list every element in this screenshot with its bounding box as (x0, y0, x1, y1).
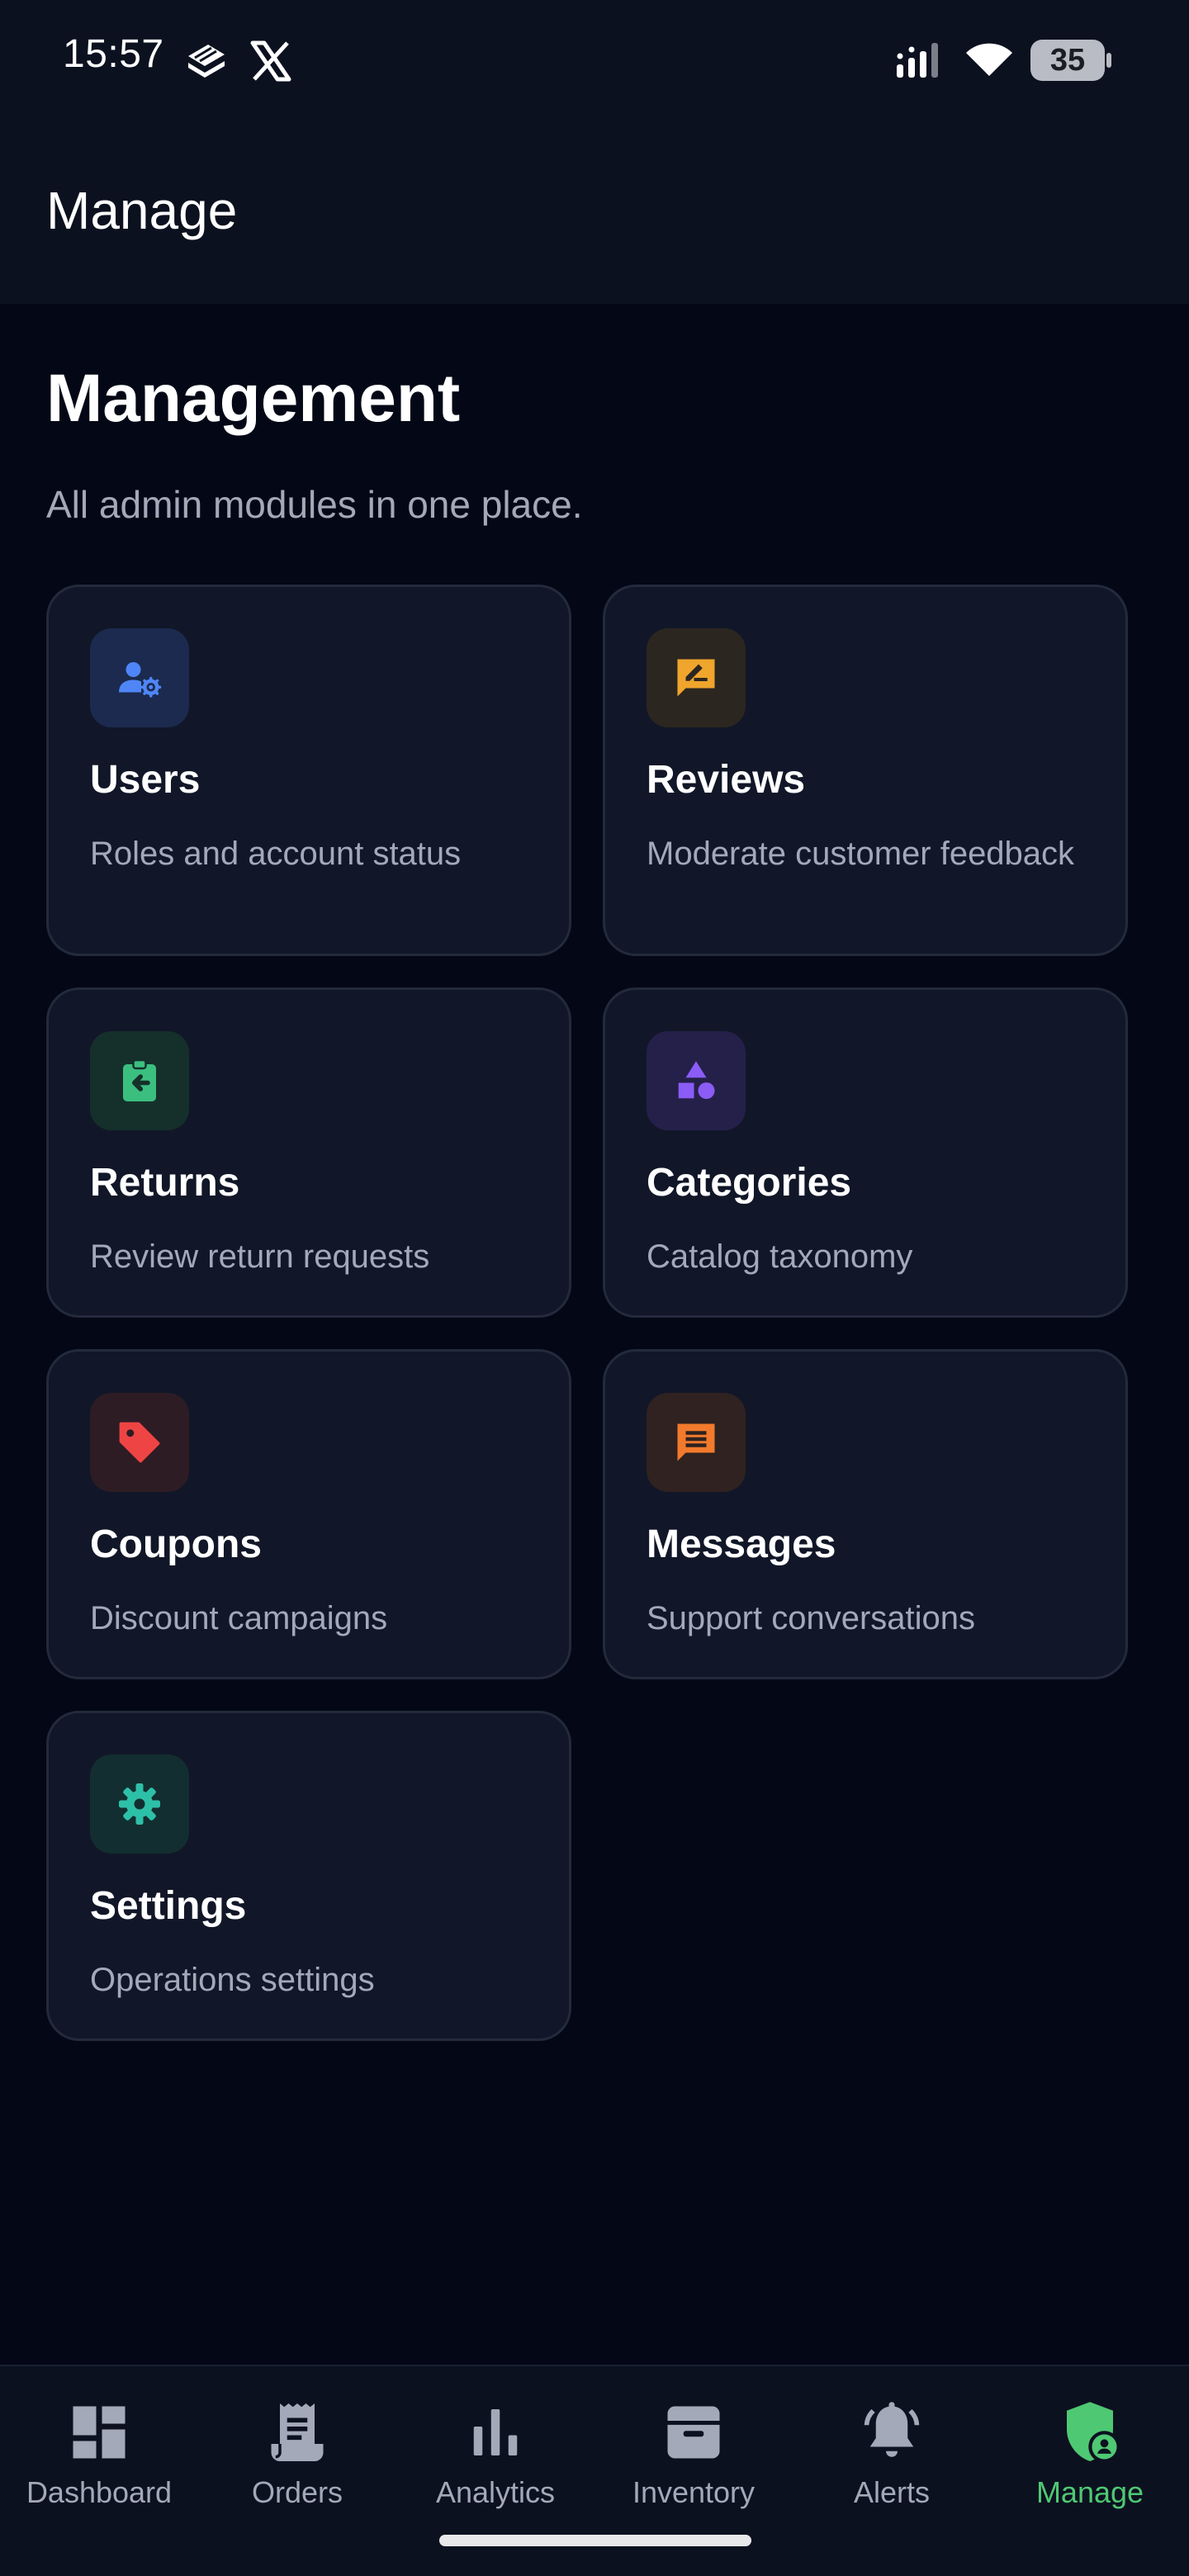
nav-item-orders[interactable]: Orders (198, 2366, 396, 2540)
reviews-icon-tile (647, 628, 746, 727)
status-bar: 15:57 35 (0, 0, 1189, 116)
card-description: Operations settings (90, 1962, 375, 1998)
nav-label: Orders (251, 2475, 343, 2509)
wifi-icon (966, 43, 1012, 76)
gear-icon (119, 1783, 160, 1825)
app-bar-title: Manage (46, 181, 238, 240)
status-time: 15:57 (63, 32, 164, 76)
nav-label: Inventory (632, 2475, 756, 2509)
module-card-returns[interactable]: Returns Review return requests (46, 987, 571, 1318)
top-app-area: 15:57 35 Manage (0, 0, 1189, 304)
nav-label: Analytics (435, 2475, 556, 2509)
nav-item-inventory[interactable]: Inventory (594, 2366, 793, 2540)
card-description: Support conversations (647, 1600, 976, 1636)
module-card-coupons[interactable]: Coupons Discount campaigns (46, 1349, 571, 1679)
page-subtitle: All admin modules in one place. (46, 483, 583, 526)
x-app-icon (250, 40, 291, 82)
card-title: Settings (90, 1884, 247, 1928)
coupons-icon-tile (90, 1393, 189, 1492)
battery-icon: 35 (1030, 40, 1113, 81)
users-icon-tile (90, 628, 189, 727)
card-title: Users (90, 758, 201, 802)
categories-icon-tile (647, 1031, 746, 1130)
battery-level: 35 (1049, 43, 1086, 78)
nav-item-analytics[interactable]: Analytics (396, 2366, 594, 2540)
card-title: Reviews (647, 758, 806, 802)
module-card-categories[interactable]: Categories Catalog taxonomy (603, 987, 1128, 1318)
nav-item-manage[interactable]: Manage (991, 2366, 1189, 2540)
card-title: Returns (90, 1161, 240, 1205)
nav-label: Alerts (853, 2475, 931, 2509)
card-description: Discount campaigns (90, 1600, 388, 1636)
card-title: Categories (647, 1161, 852, 1205)
returns-icon-tile (90, 1031, 189, 1130)
receipt-icon (271, 2403, 324, 2461)
card-description: Roles and account status (90, 836, 462, 872)
home-indicator[interactable] (439, 2535, 751, 2546)
module-card-users[interactable]: Users Roles and account status (46, 585, 571, 956)
module-card-messages[interactable]: Messages Support conversations (603, 1349, 1128, 1679)
rate-review-icon (677, 659, 715, 697)
stack-app-icon (188, 45, 225, 78)
archive-box-icon (667, 2406, 720, 2459)
page-title: Management (46, 361, 461, 436)
card-title: Messages (647, 1522, 836, 1566)
bell-icon (864, 2402, 920, 2457)
messages-icon-tile (647, 1393, 746, 1492)
dashboard-icon (73, 2406, 126, 2459)
nav-label: Manage (1035, 2475, 1144, 2509)
chat-icon (677, 1423, 715, 1461)
assignment-return-icon (123, 1058, 156, 1101)
nav-label: Dashboard (26, 2475, 173, 2509)
signal-icon (897, 43, 938, 78)
bar-chart-icon (473, 2409, 518, 2455)
nav-item-alerts[interactable]: Alerts (793, 2366, 991, 2540)
tag-icon (119, 1422, 160, 1463)
admin-shield-icon (1067, 2402, 1120, 2463)
nav-item-dashboard[interactable]: Dashboard (0, 2366, 198, 2540)
category-icon (678, 1061, 715, 1099)
manage-accounts-icon (119, 662, 162, 698)
card-description: Moderate customer feedback (647, 836, 1075, 872)
module-card-reviews[interactable]: Reviews Moderate customer feedback (603, 585, 1128, 956)
module-card-settings[interactable]: Settings Operations settings (46, 1711, 571, 2041)
card-title: Coupons (90, 1522, 262, 1566)
card-description: Catalog taxonomy (647, 1238, 913, 1275)
card-description: Review return requests (90, 1238, 430, 1275)
settings-icon-tile (90, 1754, 189, 1854)
